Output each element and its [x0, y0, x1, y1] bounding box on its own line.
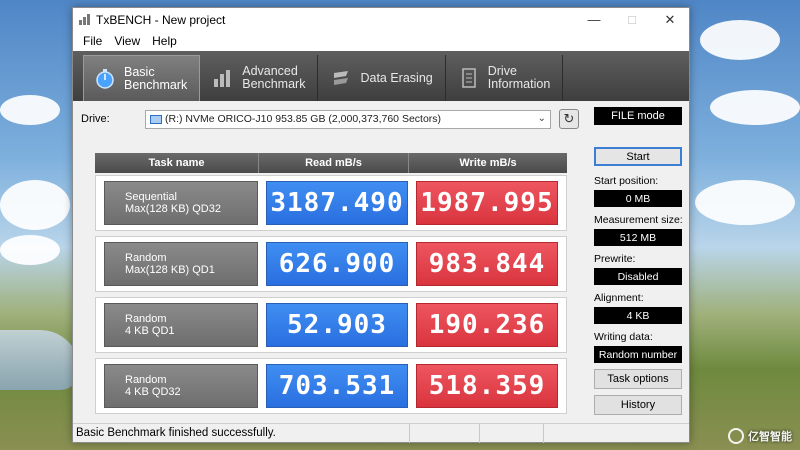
- task-button[interactable]: Sequential Max(128 KB) QD32: [104, 181, 258, 225]
- status-divider: [479, 424, 480, 443]
- status-text: Basic Benchmark finished successfully.: [76, 427, 276, 439]
- task-button[interactable]: Random 4 KB QD1: [104, 303, 258, 347]
- refresh-icon: ↻: [563, 111, 575, 126]
- start-position-label: Start position:: [594, 175, 659, 187]
- prewrite-value[interactable]: Disabled: [594, 268, 682, 285]
- cloud: [0, 95, 60, 125]
- write-value: 190.236: [416, 303, 558, 347]
- tab-basic-benchmark[interactable]: Basic Benchmark: [83, 55, 201, 101]
- minimize-button[interactable]: —: [575, 8, 613, 31]
- tab-label: Drive Information: [487, 64, 551, 91]
- menu-bar: File View Help: [73, 31, 689, 51]
- cloud: [700, 20, 780, 60]
- results-table: Task name Read mB/s Write mB/s Sequentia…: [95, 153, 567, 414]
- status-divider: [543, 424, 544, 443]
- status-bar: Basic Benchmark finished successfully.: [73, 423, 689, 443]
- writing-data-value[interactable]: Random number: [594, 346, 682, 363]
- close-button[interactable]: ✕: [651, 8, 689, 31]
- cloud: [695, 180, 795, 225]
- table-row: Random 4 KB QD32 703.531 518.359: [95, 358, 567, 414]
- read-value: 3187.490: [266, 181, 408, 225]
- history-button[interactable]: History: [594, 395, 682, 415]
- task-button[interactable]: Random Max(128 KB) QD1: [104, 242, 258, 286]
- cloud: [0, 235, 60, 265]
- title-bar[interactable]: TxBENCH - New project — □ ✕: [73, 8, 689, 31]
- table-row: Random 4 KB QD1 52.903 190.236: [95, 297, 567, 353]
- tab-advanced-benchmark[interactable]: Advanced Benchmark: [202, 55, 319, 101]
- tab-label: Advanced Benchmark: [242, 64, 306, 91]
- watermark-text: 亿智智能: [748, 431, 792, 443]
- window-title: TxBENCH - New project: [96, 12, 226, 27]
- bar-chart-icon: [212, 67, 234, 89]
- tab-label: Data Erasing: [360, 70, 433, 85]
- watermark-logo-icon: [728, 428, 744, 444]
- app-icon: [79, 13, 91, 26]
- task-options-button[interactable]: Task options: [594, 369, 682, 389]
- write-value: 1987.995: [416, 181, 558, 225]
- cloud: [710, 90, 800, 125]
- refresh-button[interactable]: ↻: [559, 109, 579, 129]
- header-read: Read mB/s: [259, 153, 409, 173]
- watermark: 亿智智能: [728, 428, 792, 444]
- read-value: 626.900: [266, 242, 408, 286]
- table-header: Task name Read mB/s Write mB/s: [95, 153, 567, 173]
- task-button[interactable]: Random 4 KB QD32: [104, 364, 258, 408]
- chevron-down-icon: ⌄: [537, 112, 546, 124]
- drive-icon: [150, 114, 162, 124]
- writing-data-label: Writing data:: [594, 331, 653, 343]
- drive-label: Drive:: [81, 113, 110, 125]
- stopwatch-icon: [94, 68, 116, 90]
- tab-data-erasing[interactable]: Data Erasing: [320, 55, 446, 101]
- read-value: 52.903: [266, 303, 408, 347]
- eraser-icon: [330, 67, 352, 89]
- alignment-label: Alignment:: [594, 292, 644, 304]
- read-value: 703.531: [266, 364, 408, 408]
- benchmark-panel: Drive: (R:) NVMe ORICO-J10 953.85 GB (2,…: [73, 101, 689, 423]
- app-window: TxBENCH - New project — □ ✕ File View He…: [72, 7, 690, 443]
- start-button[interactable]: Start: [594, 147, 682, 166]
- header-write: Write mB/s: [459, 157, 517, 169]
- write-value: 983.844: [416, 242, 558, 286]
- menu-view[interactable]: View: [108, 34, 146, 48]
- drive-info-icon: [458, 67, 480, 89]
- header-task: Task name: [95, 153, 259, 173]
- maximize-button[interactable]: □: [613, 8, 651, 31]
- drive-select[interactable]: (R:) NVMe ORICO-J10 953.85 GB (2,000,373…: [145, 109, 551, 129]
- measurement-size-value[interactable]: 512 MB: [594, 229, 682, 246]
- prewrite-label: Prewrite:: [594, 253, 636, 265]
- drive-value: (R:) NVMe ORICO-J10 953.85 GB (2,000,373…: [165, 113, 442, 125]
- alignment-value[interactable]: 4 KB: [594, 307, 682, 324]
- menu-help[interactable]: Help: [146, 34, 183, 48]
- cloud: [0, 180, 70, 230]
- measurement-size-label: Measurement size:: [594, 214, 683, 226]
- mode-toolbar: Basic Benchmark Advanced Benchmark Data …: [73, 51, 689, 101]
- drive-row: Drive: (R:) NVMe ORICO-J10 953.85 GB (2,…: [81, 109, 579, 129]
- tab-drive-information[interactable]: Drive Information: [448, 55, 564, 101]
- table-row: Sequential Max(128 KB) QD32 3187.490 198…: [95, 175, 567, 231]
- river: [0, 330, 80, 390]
- menu-file[interactable]: File: [77, 34, 108, 48]
- table-row: Random Max(128 KB) QD1 626.900 983.844: [95, 236, 567, 292]
- tab-label: Basic Benchmark: [124, 64, 188, 92]
- start-position-value[interactable]: 0 MB: [594, 190, 682, 207]
- write-value: 518.359: [416, 364, 558, 408]
- file-mode-indicator[interactable]: FILE mode: [594, 107, 682, 125]
- status-divider: [409, 424, 410, 443]
